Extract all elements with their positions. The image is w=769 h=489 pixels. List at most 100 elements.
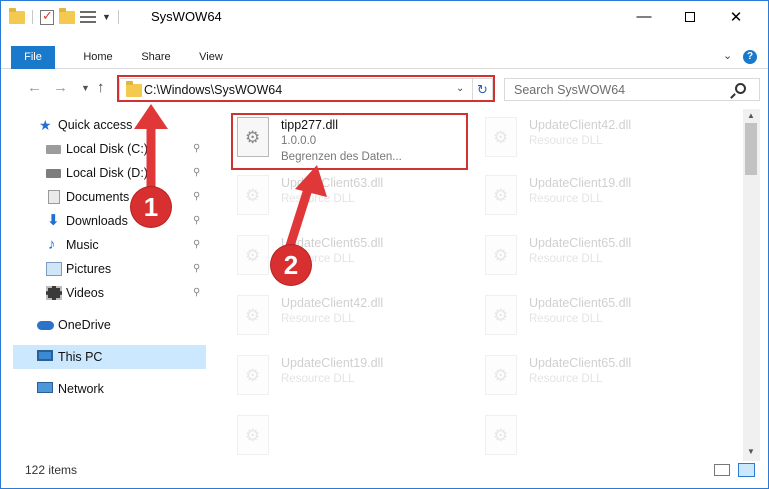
file-name: UpdateClient65.dll <box>529 356 632 370</box>
tab-share[interactable]: Share <box>133 46 179 69</box>
sidebar-item-downloads[interactable]: ⬇ Downloads ⚲ <box>1 209 206 233</box>
file-item[interactable]: ⚙ UpdateClient42.dll Resource DLL <box>211 291 441 345</box>
file-item[interactable]: ⚙ UpdateClient63.dll Resource DLL <box>211 171 441 225</box>
sidebar-item-network[interactable]: Network <box>1 377 206 401</box>
pin-icon[interactable]: ⚲ <box>193 191 200 202</box>
tab-view[interactable]: View <box>191 46 231 69</box>
recent-locations-icon[interactable]: ▼ <box>81 83 90 93</box>
file-item[interactable]: ⚙ UpdateClient65.dll Resource DLL <box>459 231 689 285</box>
file-type: Resource DLL <box>529 253 603 265</box>
navigation-pane: ★ Quick access Local Disk (C:) ⚲ Local D… <box>1 109 207 461</box>
search-input[interactable]: Search SysWOW64 <box>504 78 760 101</box>
pin-icon[interactable]: ⚲ <box>193 239 200 250</box>
file-type: Resource DLL <box>529 313 603 325</box>
gear-icon: ⚙ <box>493 186 509 205</box>
vertical-scrollbar[interactable]: ▲ ▼ <box>743 109 760 461</box>
sidebar-item-local-disk-d[interactable]: Local Disk (D:) ⚲ <box>1 161 206 185</box>
pin-icon[interactable]: ⚲ <box>193 167 200 178</box>
scroll-thumb[interactable] <box>745 123 757 175</box>
file-type: Resource DLL <box>529 193 603 205</box>
sidebar-item-pictures[interactable]: Pictures ⚲ <box>1 257 206 281</box>
maximize-button[interactable] <box>667 1 713 32</box>
gear-icon: ⚙ <box>493 426 509 445</box>
drive-icon <box>46 145 61 154</box>
status-bar: 122 items <box>1 461 768 488</box>
gear-icon: ⚙ <box>245 186 261 205</box>
sidebar-item-local-disk-c[interactable]: Local Disk (C:) ⚲ <box>1 137 206 161</box>
dll-file-icon: ⚙ <box>485 235 517 275</box>
sidebar-item-videos[interactable]: Videos ⚲ <box>1 281 206 305</box>
gear-icon: ⚙ <box>493 366 509 385</box>
file-item[interactable]: ⚙ UpdateClient65.dll Resource DLL <box>459 291 689 345</box>
help-icon[interactable]: ? <box>743 50 757 64</box>
file-item[interactable]: ⚙ UpdateClient19.dll Resource DLL <box>459 171 689 225</box>
title-bar: ▼ SysWOW64 — ✕ <box>1 1 768 33</box>
pin-icon[interactable]: ⚲ <box>193 215 200 226</box>
details-view-icon[interactable] <box>714 464 730 476</box>
sidebar-item-onedrive[interactable]: OneDrive <box>1 313 206 337</box>
close-button[interactable]: ✕ <box>713 1 759 32</box>
scroll-down-icon[interactable]: ▼ <box>747 447 755 456</box>
sidebar-item-label: Quick access <box>58 118 133 132</box>
forward-arrow-icon[interactable]: → <box>53 79 68 96</box>
back-arrow-icon[interactable]: ← <box>27 79 42 96</box>
scroll-up-icon[interactable]: ▲ <box>747 111 755 120</box>
gear-icon: ⚙ <box>493 246 509 265</box>
step-2-badge: 2 <box>271 245 311 285</box>
file-name: UpdateClient42.dll <box>281 296 384 310</box>
sidebar-item-this-pc[interactable]: This PC <box>13 345 206 369</box>
file-type: Resource DLL <box>529 135 603 147</box>
expand-ribbon-icon[interactable]: ⌄ <box>723 49 732 62</box>
pin-icon[interactable]: ⚲ <box>193 287 200 298</box>
toolbar-dropdown-icon[interactable]: ▼ <box>102 12 111 22</box>
file-item[interactable]: ⚙ UpdateClient42.dll Resource DLL <box>459 113 689 167</box>
customize-icon[interactable] <box>80 10 96 24</box>
this-pc-icon <box>37 350 53 361</box>
dll-file-icon: ⚙ <box>485 175 517 215</box>
file-name: UpdateClient65.dll <box>529 236 632 250</box>
sidebar-item-label: This PC <box>58 350 103 364</box>
file-highlight-box <box>231 113 468 170</box>
file-name: UpdateClient63.dll <box>281 176 384 190</box>
gear-icon: ⚙ <box>245 306 261 325</box>
tiles-view-icon[interactable] <box>738 463 755 477</box>
file-item[interactable]: ⚙ UpdateClient65.dll Resource DLL <box>459 351 689 405</box>
file-name: UpdateClient19.dll <box>281 356 384 370</box>
file-name: UpdateClient42.dll <box>529 118 632 132</box>
sidebar-item-label: Pictures <box>66 262 112 276</box>
tab-home[interactable]: Home <box>73 46 123 69</box>
file-item[interactable]: ⚙ UpdateClient19.dll Resource DLL <box>211 351 441 405</box>
sidebar-item-label: Downloads <box>66 214 128 228</box>
file-type: Resource DLL <box>281 313 355 325</box>
dll-file-icon: ⚙ <box>485 415 517 455</box>
file-type: Resource DLL <box>281 193 355 205</box>
sidebar-item-music[interactable]: ♪ Music ⚲ <box>1 233 206 257</box>
file-item[interactable]: ⚙ <box>211 411 441 461</box>
pin-icon[interactable]: ⚲ <box>193 263 200 274</box>
search-icon[interactable] <box>735 83 746 94</box>
divider <box>32 10 33 24</box>
videos-icon <box>46 286 62 300</box>
sidebar-item-documents[interactable]: Documents ⚲ <box>1 185 206 209</box>
folder-icon[interactable] <box>9 7 25 24</box>
new-folder-icon[interactable] <box>59 7 75 24</box>
dll-file-icon: ⚙ <box>237 175 269 215</box>
search-placeholder: Search SysWOW64 <box>514 83 626 97</box>
divider <box>117 10 119 24</box>
properties-check-icon[interactable] <box>40 8 54 25</box>
up-arrow-icon[interactable]: ↑ <box>97 79 105 96</box>
file-type: Resource DLL <box>529 373 603 385</box>
drive-icon <box>46 169 61 178</box>
pin-icon[interactable]: ⚲ <box>193 143 200 154</box>
file-item[interactable]: ⚙ UpdateClient65.dll Resource DLL <box>211 231 441 285</box>
music-icon: ♪ <box>48 236 56 253</box>
file-item[interactable]: ⚙ <box>459 411 689 461</box>
sidebar-item-label: OneDrive <box>58 318 111 332</box>
documents-icon <box>48 190 60 204</box>
minimize-button[interactable]: — <box>621 1 667 32</box>
tab-file[interactable]: File <box>11 46 55 69</box>
sidebar-item-quick-access[interactable]: ★ Quick access <box>1 113 206 137</box>
star-icon: ★ <box>39 117 52 133</box>
quick-access-toolbar: ▼ <box>9 7 121 26</box>
dll-file-icon: ⚙ <box>237 355 269 395</box>
